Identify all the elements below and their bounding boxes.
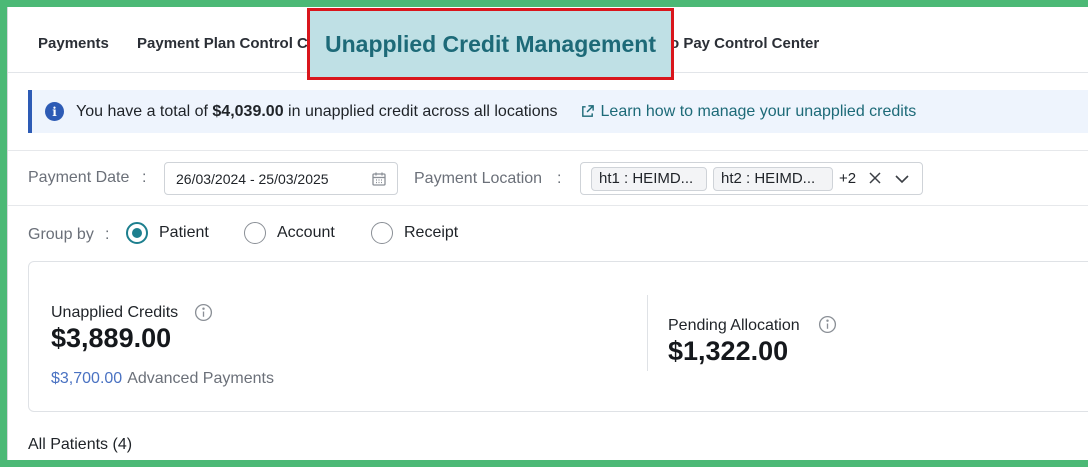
group-by-colon: : <box>105 226 110 243</box>
banner-text-after: in unapplied credit across all locations <box>283 102 558 120</box>
location-more-count: +2 <box>839 170 857 187</box>
payment-date-colon: : <box>142 169 147 186</box>
tab-pay-control-center[interactable]: o Pay Control Center <box>670 35 819 52</box>
group-by-label: Group by <box>28 226 94 243</box>
external-link-icon <box>581 105 594 117</box>
unapplied-credits-label: Unapplied Credits <box>51 304 179 321</box>
location-chip: ht1 : HEIMD... <box>591 167 707 191</box>
tab-payments[interactable]: Payments <box>38 35 109 52</box>
learn-more-link-label: Learn how to manage your unapplied credi… <box>600 102 917 120</box>
advanced-payments-label: Advanced Payments <box>127 370 274 387</box>
summary-card: Unapplied Credits $3,889.00 $3,700.00 Adv… <box>28 261 1088 412</box>
chevron-down-icon[interactable] <box>894 171 910 187</box>
tab-payment-plan-control-center[interactable]: Payment Plan Control Center <box>137 35 307 52</box>
radio-label: Account <box>277 224 335 241</box>
divider <box>8 205 1088 206</box>
card-divider <box>647 295 648 371</box>
payment-location-select[interactable]: ht1 : HEIMD... ht2 : HEIMD... +2 <box>580 162 923 195</box>
info-banner: i You have a total of $4,039.00 in unapp… <box>28 90 1088 133</box>
radio-unselected-icon <box>244 222 266 244</box>
banner-text-before: You have a total of <box>76 102 213 120</box>
location-chip: ht2 : HEIMD... <box>713 167 833 191</box>
group-by-receipt-radio[interactable]: Receipt <box>371 222 458 244</box>
tab-unapplied-credit-management[interactable]: Unapplied Credit Management <box>307 8 674 80</box>
banner-total: $4,039.00 <box>212 102 284 120</box>
info-outline-icon[interactable] <box>194 303 213 322</box>
radio-label: Receipt <box>404 224 459 241</box>
info-icon: i <box>45 102 64 121</box>
group-by-patient-radio[interactable]: Patient <box>126 222 209 244</box>
advanced-payments-amount[interactable]: $3,700.00 <box>51 370 122 387</box>
all-patients-heading: All Patients (4) <box>28 436 133 453</box>
group-by-account-radio[interactable]: Account <box>244 222 335 244</box>
unapplied-credits-value: $3,889.00 <box>51 323 172 353</box>
advanced-payments: $3,700.00 Advanced Payments <box>51 370 274 388</box>
payment-date-range-input[interactable]: 26/03/2024 - 25/03/2025 <box>164 162 398 195</box>
pending-allocation-label: Pending Allocation <box>668 317 800 334</box>
radio-label: Patient <box>159 224 209 241</box>
payment-date-label: Payment Date <box>28 169 130 186</box>
radio-selected-icon <box>126 222 148 244</box>
info-outline-icon[interactable] <box>818 315 837 334</box>
radio-unselected-icon <box>371 222 393 244</box>
learn-more-link[interactable]: Learn how to manage your unapplied credi… <box>580 102 917 121</box>
payment-date-value: 26/03/2024 - 25/03/2025 <box>176 170 329 187</box>
payment-location-colon: : <box>557 170 562 187</box>
app-frame: Payments Payment Plan Control Center o P… <box>7 7 1088 460</box>
calendar-icon <box>372 172 386 186</box>
pending-allocation-value: $1,322.00 <box>668 336 789 366</box>
divider <box>8 150 1088 151</box>
banner-message: You have a total of $4,039.00 in unappli… <box>76 103 558 121</box>
payment-location-label: Payment Location <box>414 170 543 187</box>
clear-icon[interactable] <box>868 171 882 185</box>
